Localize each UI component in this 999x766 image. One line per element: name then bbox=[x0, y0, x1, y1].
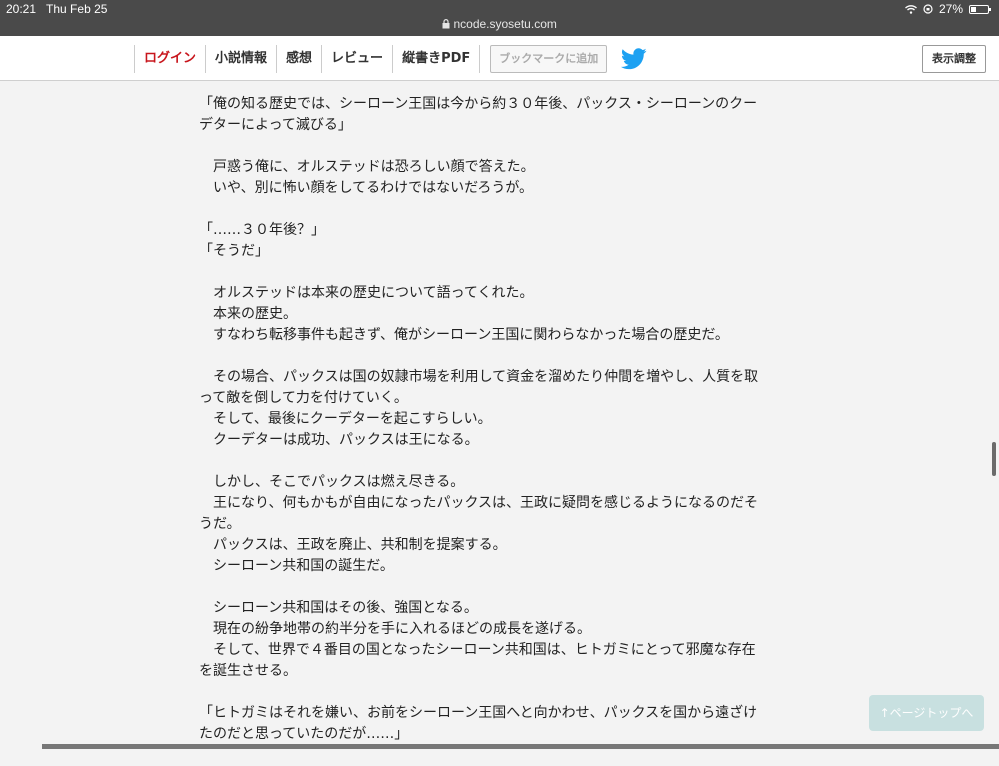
text-line: その場合、パックスは国の奴隷市場を利用して資金を溜めたり仲間を増やし、人質を取っ… bbox=[199, 369, 759, 406]
paragraph: 「俺の知る歴史では、シーローン王国は今から約３０年後、パックス・シーローンのクー… bbox=[199, 94, 764, 136]
orientation-lock-icon bbox=[923, 4, 933, 14]
status-bar: 20:21 Thu Feb 25 ncode.syosetu.com 27% bbox=[0, 0, 999, 36]
text-line: パックスは、王政を廃止、共和制を提案する。 bbox=[199, 537, 507, 553]
paragraph: 「ヒトガミはそれを嫌い、お前をシーローン王国へと向かわせ、パックスを国から遠ざけ… bbox=[199, 703, 764, 745]
paragraph: 「……３０年後？」 「そうだ」 bbox=[199, 220, 764, 262]
text-line: シーローン共和国はその後、強国となる。 bbox=[199, 600, 478, 616]
add-bookmark-button[interactable]: ブックマークに追加 bbox=[490, 45, 608, 73]
text-line: オルステッドは本来の歴史について語ってくれた。 bbox=[199, 285, 534, 301]
page-top-button[interactable]: ↑ページトップへ bbox=[869, 695, 984, 731]
text-line: そして、世界で４番目の国となったシーローン共和国は、ヒトガミにとって邪魔な存在を… bbox=[199, 642, 756, 679]
text-line: 「俺の知る歴史では、シーローン王国は今から約３０年後、パックス・シーローンのクー… bbox=[199, 96, 758, 133]
paragraph: しかし、そこでパックスは燃え尽きる。 王になり、何もかもが自由になったパックスは… bbox=[199, 472, 764, 577]
lock-icon bbox=[442, 19, 450, 29]
status-date: Thu Feb 25 bbox=[46, 2, 108, 16]
display-settings-button[interactable]: 表示調整 bbox=[922, 45, 986, 73]
text-line: 「……３０年後？」 bbox=[199, 222, 325, 238]
novel-body: 「俺の知る歴史では、シーローン王国は今から約３０年後、パックス・シーローンのクー… bbox=[199, 94, 764, 766]
paragraph: シーローン共和国はその後、強国となる。 現在の紛争地帯の約半分を手に入れるほどの… bbox=[199, 598, 764, 682]
nav-vertical-pdf[interactable]: 縦書きPDF bbox=[392, 45, 481, 73]
status-time: 20:21 bbox=[6, 2, 37, 16]
text-line: そして、最後にクーデターを起こすらしい。 bbox=[199, 411, 492, 427]
nav-novel-info[interactable]: 小説情報 bbox=[205, 45, 276, 73]
battery-percent: 27% bbox=[938, 2, 963, 16]
twitter-icon[interactable] bbox=[621, 48, 647, 70]
text-line: すなわち転移事件も起きず、俺がシーローン王国に関わらなかった場合の歴史だ。 bbox=[199, 327, 729, 343]
site-navbar: ログイン 小説情報 感想 レビュー 縦書きPDF ブックマークに追加 表示調整 bbox=[0, 36, 999, 81]
scroll-indicator[interactable] bbox=[992, 442, 996, 476]
text-line: クーデターは成功、パックスは王になる。 bbox=[199, 432, 479, 448]
text-line: 「ヒトガミはそれを嫌い、お前をシーローン王国へと向かわせ、パックスを国から遠ざけ… bbox=[199, 705, 758, 742]
text-line: 現在の紛争地帯の約半分を手に入れるほどの成長を遂げる。 bbox=[199, 621, 591, 637]
text-line: いや、別に怖い顔をしてるわけではないだろうが。 bbox=[199, 180, 534, 196]
status-indicators: 27% bbox=[905, 2, 991, 16]
text-line: しかし、そこでパックスは燃え尽きる。 bbox=[199, 474, 465, 490]
home-indicator-bar bbox=[42, 744, 999, 749]
text-line: 「そうだ」 bbox=[199, 243, 269, 259]
address-bar[interactable]: ncode.syosetu.com bbox=[0, 17, 999, 31]
text-line: 王になり、何もかもが自由になったパックスは、王政に疑問を感じるようになるのだそう… bbox=[199, 495, 759, 532]
paragraph: オルステッドは本来の歴史について語ってくれた。 本来の歴史。 すなわち転移事件も… bbox=[199, 283, 764, 346]
text-line: 戸惑う俺に、オルステッドは恐ろしい顔で答えた。 bbox=[199, 159, 535, 175]
nav-review[interactable]: レビュー bbox=[321, 45, 392, 73]
wifi-icon bbox=[905, 4, 917, 14]
text-line: 本来の歴史。 bbox=[199, 306, 297, 322]
paragraph: 戸惑う俺に、オルステッドは恐ろしい顔で答えた。 いや、別に怖い顔をしてるわけでは… bbox=[199, 157, 764, 199]
battery-icon bbox=[969, 4, 991, 14]
paragraph: その場合、パックスは国の奴隷市場を利用して資金を溜めたり仲間を増やし、人質を取っ… bbox=[199, 367, 764, 451]
nav-login[interactable]: ログイン bbox=[134, 45, 205, 73]
nav-impressions[interactable]: 感想 bbox=[276, 45, 321, 73]
status-time-date: 20:21 Thu Feb 25 bbox=[6, 2, 107, 16]
nav-menu: ログイン 小説情報 感想 レビュー 縦書きPDF ブックマークに追加 bbox=[134, 45, 647, 73]
text-line: シーローン共和国の誕生だ。 bbox=[199, 558, 394, 574]
url-text: ncode.syosetu.com bbox=[453, 17, 557, 31]
